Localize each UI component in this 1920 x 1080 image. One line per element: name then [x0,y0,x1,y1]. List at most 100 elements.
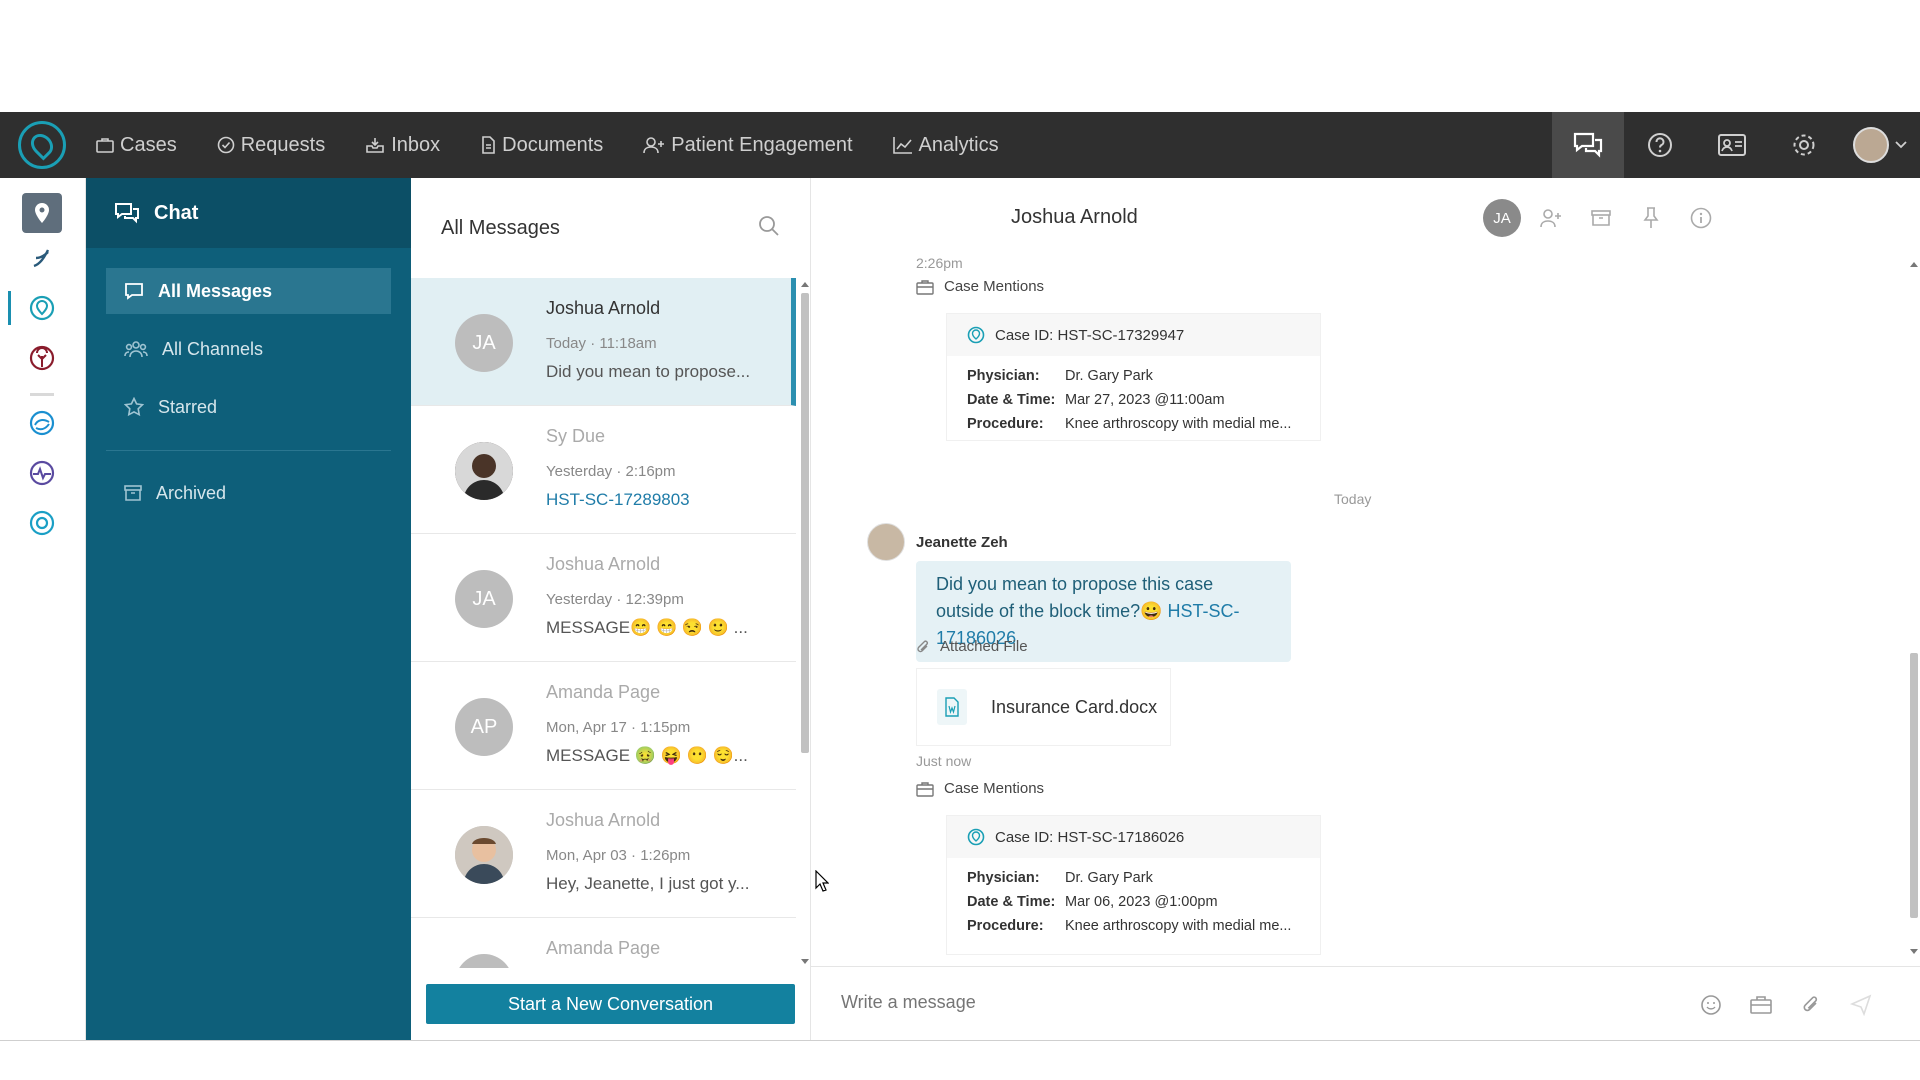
user-plus-icon [1540,209,1561,228]
sidebar-item-starred[interactable]: Starred [106,384,391,430]
sidebar-item-label: Archived [156,482,227,503]
case-card-header: Case ID: HST-SC-17186026 [947,816,1320,858]
conversation-item[interactable]: AP Amanda Page Mon, Apr 17 · 1:15pm MESS… [411,662,796,790]
file-attachment[interactable]: Insurance Card.docx [916,668,1171,746]
nav-requests[interactable]: Requests [217,134,325,157]
case-card[interactable]: Case ID: HST-SC-17329947 Physician: Dr. G… [946,313,1321,441]
nav-cases-label: Cases [120,133,177,156]
conversation-time: Yesterday · 2:16pm [546,463,676,480]
sender-avatar [867,523,905,561]
tree-app-icon [29,345,55,371]
user-menu[interactable] [1840,112,1920,178]
conversation-preview: MESSAGE😁 😁 😒 🙂 ... [546,618,748,637]
conversation-item[interactable]: Amanda Page [411,918,796,968]
conversation-list: JA Joshua Arnold Today · 11:18am Did you… [411,278,796,968]
conversation-item[interactable]: JA Joshua Arnold Today · 11:18am Did you… [411,278,796,406]
conversation-item[interactable]: JA Joshua Arnold Yesterday · 12:39pm MES… [411,534,796,662]
help-button[interactable] [1624,112,1696,178]
avatar [455,442,513,500]
sidebar-item-label: Starred [158,396,218,417]
settings-button[interactable] [1768,112,1840,178]
pin-icon [1643,207,1659,228]
conversation-preview: Did you mean to propose... [546,362,751,381]
document-icon [482,136,495,154]
conversation-list-scrollbar[interactable] [797,278,811,968]
rail-app-chat[interactable] [22,288,62,328]
attached-file-text: Attached File [940,638,1028,655]
chat-nav-button[interactable] [1552,112,1624,178]
conversation-item[interactable]: Sy Due Yesterday · 2:16pm HST-SC-1728980… [411,406,796,534]
case-datetime: Mar 06, 2023 @1:00pm [1065,894,1218,910]
rail-active-indicator [8,291,11,325]
rail-app-tree[interactable] [22,338,62,378]
nav-patient-engagement-label: Patient Engagement [671,133,853,156]
pin-circle-icon [29,295,55,321]
sidebar-item-all-messages[interactable]: All Messages [106,268,391,314]
scroll-down-arrow[interactable] [1910,949,1918,954]
sync-app-icon [29,410,55,436]
avatar: JA [455,314,513,372]
scroll-up-arrow[interactable] [801,282,809,287]
send-button[interactable] [1841,985,1881,1025]
pin-conversation-button[interactable] [1631,198,1671,238]
target-app-icon [29,510,55,536]
conversation-preview: HST-SC-17289803 [546,490,690,509]
avatar [455,954,513,968]
rail-app-target[interactable] [22,503,62,543]
scroll-thumb[interactable] [1910,653,1918,918]
send-icon [1850,994,1872,1016]
avatar [455,826,513,884]
sidebar-item-label: All Messages [158,280,273,301]
chat-title: Joshua Arnold [1011,206,1138,228]
mention-case-button[interactable] [1741,985,1781,1025]
nav-analytics[interactable]: Analytics [892,134,999,157]
sidebar-item-archived[interactable]: Archived [106,470,391,516]
chat-bubbles-icon [115,203,139,224]
message-input[interactable] [841,992,1641,1013]
conversation-time: Mon, Apr 17 · 1:15pm [546,719,691,736]
case-mentions-text: Case Mentions [944,278,1045,295]
archive-conversation-button[interactable] [1581,198,1621,238]
contact-card-button[interactable] [1696,112,1768,178]
nav-inbox-label: Inbox [391,133,441,156]
conversation-name: Amanda Page [546,938,661,958]
sidebar-item-all-channels[interactable]: All Channels [106,326,391,372]
emoji-button[interactable] [1691,985,1731,1025]
nav-inbox[interactable]: Inbox [365,134,440,157]
attach-file-button[interactable] [1791,985,1831,1025]
case-card[interactable]: Case ID: HST-SC-17186026 Physician: Dr. G… [946,815,1321,955]
add-participant-button[interactable] [1531,198,1571,238]
app-rail [0,178,86,1040]
paperclip-icon [1803,996,1818,1012]
conversation-item[interactable]: Joshua Arnold Mon, Apr 03 · 1:26pm Hey, … [411,790,796,918]
conversation-name: Sy Due [546,426,606,446]
rail-app-vitals[interactable] [22,453,62,493]
rail-app-surgical[interactable] [22,238,62,278]
participant-avatar[interactable]: JA [1483,199,1521,237]
sender-name: Jeanette Zeh [916,534,1008,551]
start-new-conversation-button[interactable]: Start a New Conversation [426,984,795,1024]
search-icon[interactable] [758,215,780,237]
word-document-icon [937,689,967,725]
bottom-border [0,1040,1920,1041]
rail-app-location[interactable] [22,193,62,233]
rail-app-sync[interactable] [22,403,62,443]
archive-icon [124,485,142,501]
case-field-label: Date & Time: [967,392,1056,408]
case-procedure: Knee arthroscopy with medial me... [1065,416,1292,432]
message-thread-scrollbar[interactable] [1906,258,1920,958]
contact-card-icon [1718,134,1746,156]
app-logo[interactable] [18,121,66,169]
nav-patient-engagement[interactable]: Patient Engagement [643,133,853,157]
scroll-down-arrow[interactable] [801,959,809,964]
nav-documents[interactable]: Documents [480,134,603,157]
chat-panel: Joshua Arnold JA 2:26pm Case Mentions Ca… [811,178,1920,1040]
nav-cases[interactable]: Cases [96,134,177,157]
scroll-thumb[interactable] [801,293,809,753]
info-button[interactable] [1681,198,1721,238]
day-separator: Today [1334,491,1372,507]
conversation-time: Mon, Apr 03 · 1:26pm [546,847,691,864]
case-field-label: Physician: [967,870,1040,886]
scroll-up-arrow[interactable] [1910,262,1918,267]
group-icon [124,341,148,358]
